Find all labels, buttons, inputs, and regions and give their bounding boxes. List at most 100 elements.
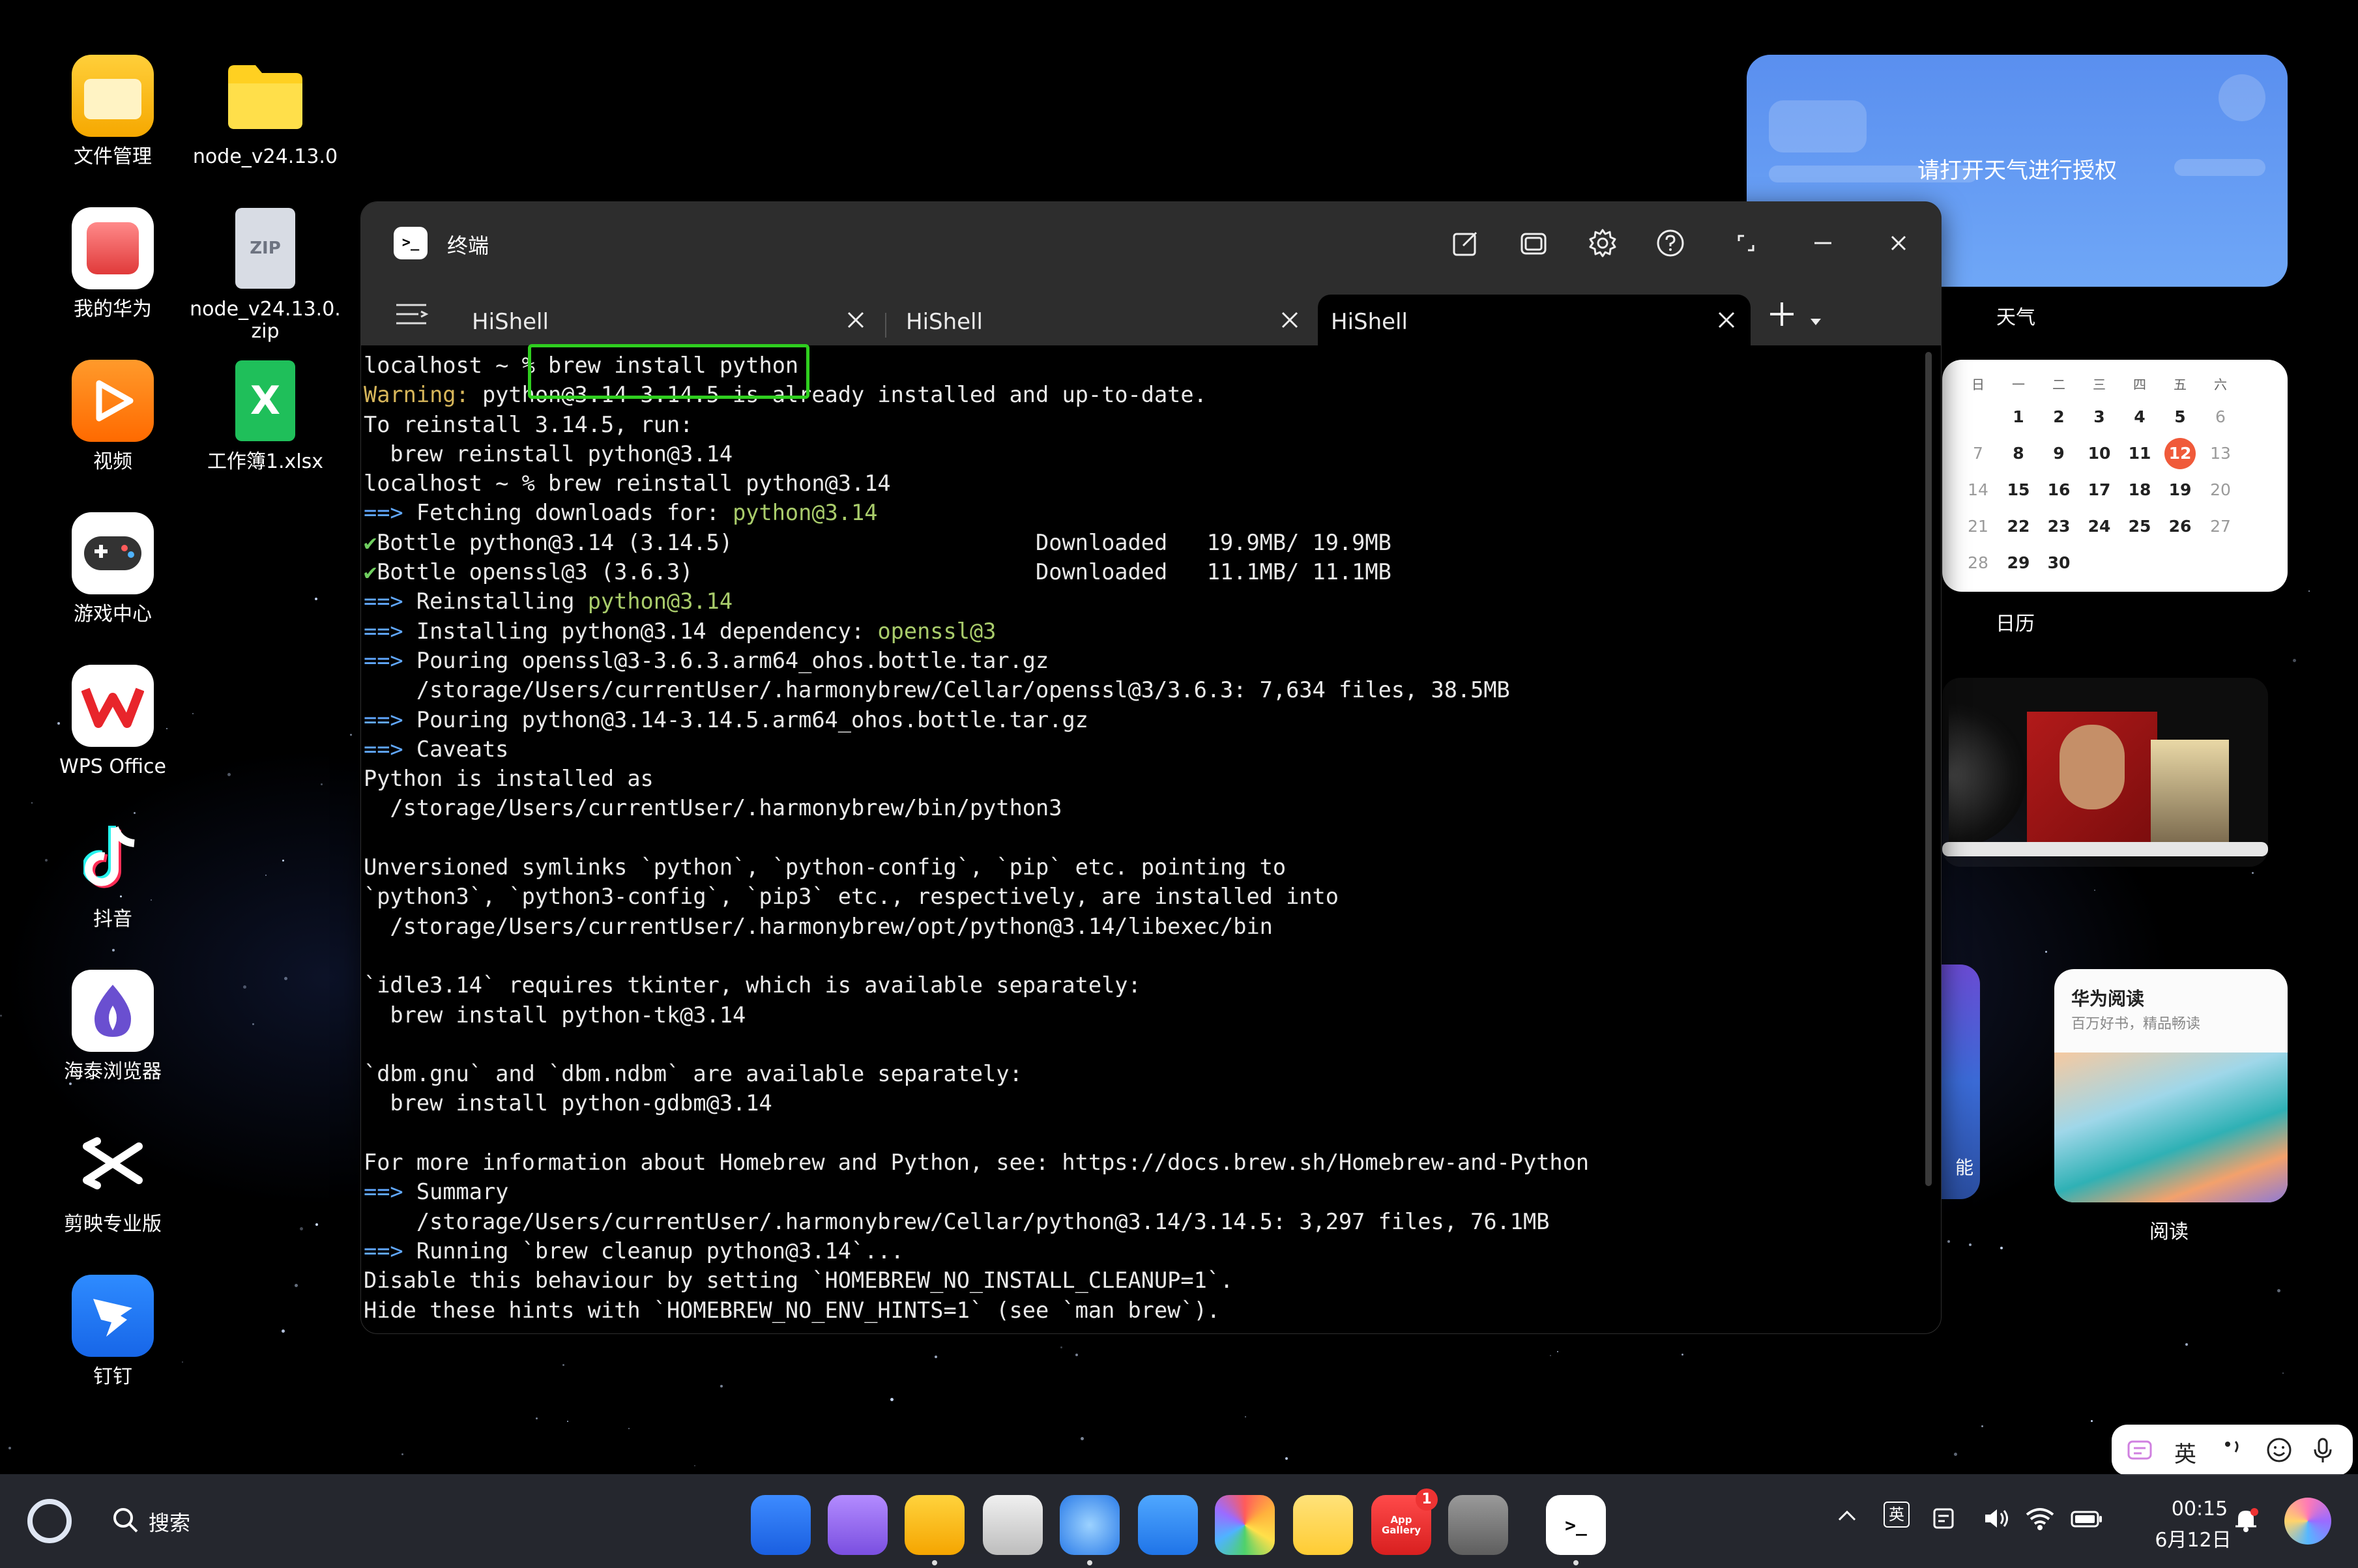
calendar-day[interactable]: 10	[2079, 438, 2119, 469]
tab-hishell-1[interactable]: HiShell	[459, 295, 880, 345]
calendar-day[interactable]: 16	[2039, 474, 2079, 506]
music-widget[interactable]	[1942, 678, 2268, 867]
calendar-day[interactable]: 9	[2039, 438, 2079, 469]
calendar-day[interactable]: 19	[2160, 474, 2200, 506]
emoji-button[interactable]	[2265, 1436, 2293, 1470]
calendar-day[interactable]: 28	[1958, 547, 1998, 579]
notifications-button[interactable]	[2232, 1505, 2260, 1539]
taskbar-search-label[interactable]: 搜索	[149, 1507, 190, 1537]
calendar-day[interactable]: 11	[2119, 438, 2160, 469]
tab-close-button[interactable]	[846, 304, 866, 336]
calendar-day[interactable]: 20	[2200, 474, 2241, 506]
tab-close-button[interactable]	[1280, 304, 1300, 336]
ai-assistant-button[interactable]	[2284, 1498, 2331, 1545]
terminal-line: Unversioned symlinks `python`, `python-c…	[364, 852, 1925, 882]
close-window-button[interactable]	[1880, 224, 1917, 262]
new-tab-dropdown[interactable]	[1809, 314, 1822, 330]
new-tab-button[interactable]	[1768, 298, 1796, 336]
tab-hishell-3-active[interactable]: HiShell	[1318, 295, 1751, 345]
start-button[interactable]	[27, 1499, 72, 1543]
dock-mail[interactable]	[1138, 1495, 1198, 1555]
tab-hishell-2[interactable]: HiShell	[893, 295, 1314, 345]
search-icon[interactable]	[111, 1505, 139, 1534]
window-titlebar[interactable]: >_ 终端	[361, 202, 1941, 283]
calendar-day[interactable]: 2	[2039, 401, 2079, 433]
calendar-today-label: 12	[2164, 438, 2196, 469]
dingtalk-icon	[72, 1275, 154, 1357]
minimize-button[interactable]	[1804, 224, 1842, 262]
desktop-icon-dingtalk[interactable]: 钉钉	[35, 1275, 191, 1388]
terminal-output[interactable]: localhost ~ % brew install python Warning…	[361, 345, 1925, 1333]
desktop-icon-node-zip[interactable]: ZIP node_v24.13.0. zip	[187, 207, 343, 343]
calendar-day[interactable]: 21	[1958, 511, 1998, 542]
dock-notes[interactable]	[1293, 1495, 1353, 1555]
calendar-day[interactable]: 26	[2160, 511, 2200, 542]
calendar-day[interactable]: 8	[1998, 438, 2039, 469]
calendar-day[interactable]: 4	[2119, 401, 2160, 433]
tray-expand-button[interactable]	[1837, 1505, 1857, 1532]
calendar-day[interactable]: 13	[2200, 438, 2241, 469]
desktop-icon-browser[interactable]: 海泰浏览器	[35, 970, 191, 1083]
tab-close-button[interactable]	[1717, 304, 1736, 336]
wifi-button[interactable]	[2024, 1505, 2056, 1537]
command-highlight-box	[528, 344, 809, 399]
desktop-icon-my-huawei[interactable]: 我的华为	[35, 207, 191, 321]
calendar-day[interactable]: 1	[1998, 401, 2039, 433]
dock-terminal[interactable]: >_	[1546, 1495, 1606, 1555]
dock-settings[interactable]	[1448, 1495, 1508, 1555]
calendar-day[interactable]: 24	[2079, 511, 2119, 542]
clipboard-button[interactable]	[1930, 1505, 1957, 1537]
ime-logo-icon[interactable]	[2126, 1436, 2153, 1470]
terminal-window[interactable]: >_ 终端 HiShell HiShell HiShell localhost …	[360, 201, 1942, 1334]
edit-button[interactable]	[1447, 224, 1485, 262]
expand-icon	[1738, 235, 1754, 252]
calendar-widget[interactable]: 日一二三四五六 1 2 3 4 5 6 7 8 9 10 11 12 13 14 15 16 17 18 19 20 21…	[1942, 360, 2288, 592]
fullscreen-button[interactable]	[1727, 224, 1765, 262]
dock-trash[interactable]	[983, 1495, 1043, 1555]
calendar-day[interactable]: 15	[1998, 474, 2039, 506]
calendar-day[interactable]: 17	[2079, 474, 2119, 506]
battery-indicator[interactable]	[2070, 1505, 2104, 1537]
calendar-day[interactable]: 27	[2200, 511, 2241, 542]
calendar-day[interactable]: 29	[1998, 547, 2039, 579]
dock-browser[interactable]	[1060, 1495, 1120, 1555]
calendar-day[interactable]: 14	[1958, 474, 1998, 506]
dock-photos[interactable]	[1215, 1495, 1275, 1555]
calendar-day[interactable]: 3	[2079, 401, 2119, 433]
calendar-day[interactable]: 7	[1958, 438, 1998, 469]
desktop-icon-video[interactable]: 视频	[35, 360, 191, 473]
browser-icon	[72, 970, 154, 1052]
desktop-icon-douyin[interactable]: 抖音	[35, 817, 191, 931]
desktop-icon-workbook[interactable]: X 工作簿1.xlsx	[187, 360, 343, 473]
terminal-scrollbar[interactable]	[1925, 352, 1932, 1186]
voice-input-button[interactable]	[2311, 1436, 2335, 1470]
calendar-day[interactable]: 5	[2160, 401, 2200, 433]
calendar-day[interactable]: 22	[1998, 511, 2039, 542]
calendar-day[interactable]: 25	[2119, 511, 2160, 542]
desktop-icon-node-folder[interactable]: node_v24.13.0	[187, 55, 343, 168]
reading-widget[interactable]: 华为阅读 百万好书，精品畅读	[2054, 969, 2288, 1202]
calendar-day[interactable]: 30	[2039, 547, 2079, 579]
ime-indicator[interactable]: 英	[1884, 1502, 1910, 1528]
desktop-icon-capcut[interactable]: 剪映专业版	[35, 1122, 191, 1236]
desktop-icon-wps[interactable]: WPS Office	[35, 665, 191, 778]
settings-button[interactable]	[1584, 224, 1622, 262]
dock-multitask[interactable]	[828, 1495, 888, 1555]
dock-files[interactable]	[905, 1495, 965, 1555]
desktop-icon-game-center[interactable]: 游戏中心	[35, 512, 191, 626]
help-button[interactable]	[1652, 224, 1689, 262]
dock-app-grid[interactable]	[751, 1495, 811, 1555]
punctuation-toggle[interactable]	[2221, 1436, 2245, 1468]
desktop-icon-file-manager[interactable]: 文件管理	[35, 55, 191, 168]
split-window-button[interactable]	[1515, 224, 1552, 262]
volume-button[interactable]	[1983, 1505, 2011, 1537]
calendar-today[interactable]: 12	[2160, 438, 2200, 469]
tab-list-button[interactable]	[394, 300, 433, 332]
plus-icon	[1770, 302, 1794, 326]
calendar-day[interactable]: 18	[2119, 474, 2160, 506]
calendar-day[interactable]: 6	[2200, 401, 2241, 433]
calendar-day[interactable]: 23	[2039, 511, 2079, 542]
ime-language-toggle[interactable]: 英	[2174, 1436, 2196, 1468]
dock-app-gallery[interactable]: App Gallery 1	[1371, 1488, 1438, 1555]
